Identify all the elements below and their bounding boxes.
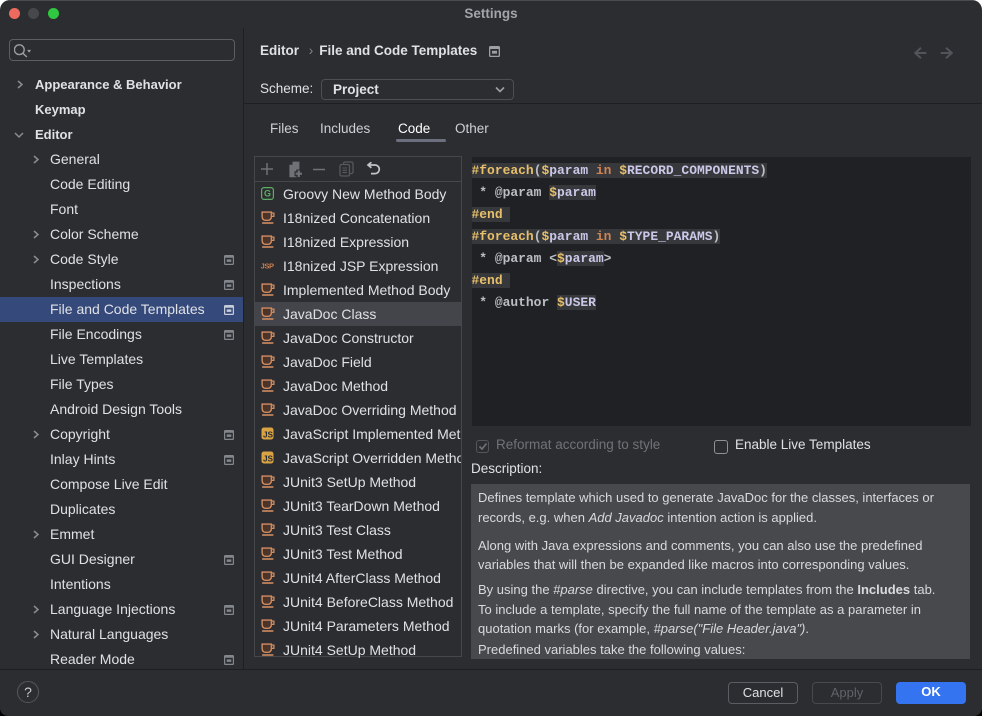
svg-text:JSP: JSP (261, 261, 274, 270)
svg-text:G: G (264, 188, 271, 198)
svg-text:JS: JS (263, 454, 274, 463)
svg-text:JS: JS (263, 430, 274, 439)
